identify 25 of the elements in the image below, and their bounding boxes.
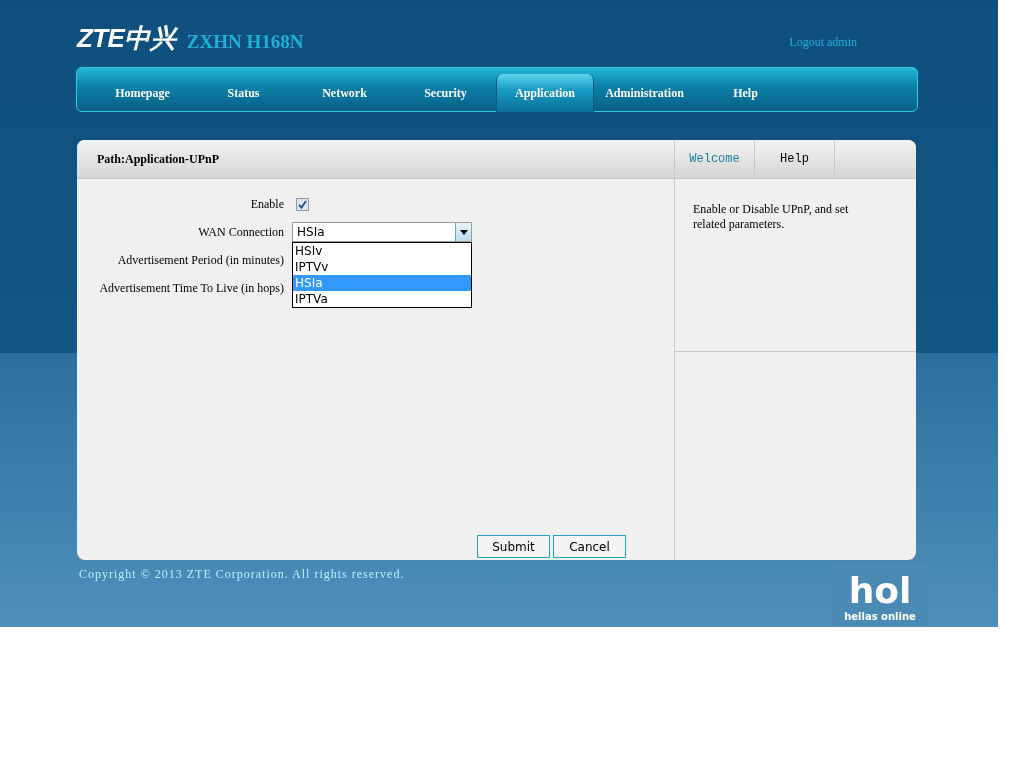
nav-tab[interactable]: Security xyxy=(395,74,496,112)
dropdown-option[interactable]: IPTVv xyxy=(293,259,471,275)
logout-link[interactable]: Logout admin xyxy=(789,33,857,51)
field-label: WAN Connection xyxy=(197,224,285,241)
dropdown-option[interactable]: HSIa xyxy=(293,275,471,291)
side-tab[interactable]: Welcome xyxy=(675,140,755,178)
nav-tab[interactable]: Administration xyxy=(594,74,695,112)
breadcrumb-path: Path:Application-UPnP xyxy=(97,151,219,168)
field-label: Enable xyxy=(249,196,285,213)
copyright-text: Copyright © 2013 ZTE Corporation. All rights reserved. xyxy=(79,566,405,583)
nav-tab[interactable]: Network xyxy=(294,74,395,112)
nav-tab[interactable]: Homepage xyxy=(92,74,193,112)
field-label: Advertisement Time To Live (in hops) xyxy=(98,280,285,297)
nav-tab[interactable]: Help xyxy=(695,74,796,112)
nav-tab[interactable]: Application xyxy=(496,74,594,112)
help-text: Enable or Disable UPnP, and set related parameters. xyxy=(693,202,850,232)
model-name: ZXHN H168N xyxy=(186,32,304,51)
form-button[interactable]: Submit xyxy=(477,535,550,558)
dropdown-option[interactable]: IPTVa xyxy=(293,291,471,307)
field-label: Advertisement Period (in minutes) xyxy=(116,252,285,269)
dropdown-option[interactable]: HSIv xyxy=(293,243,471,259)
side-tab[interactable]: Help xyxy=(755,140,835,178)
nav-tab[interactable]: Status xyxy=(193,74,294,112)
enable-checkbox[interactable] xyxy=(296,197,309,211)
form-button[interactable]: Cancel xyxy=(553,535,626,558)
